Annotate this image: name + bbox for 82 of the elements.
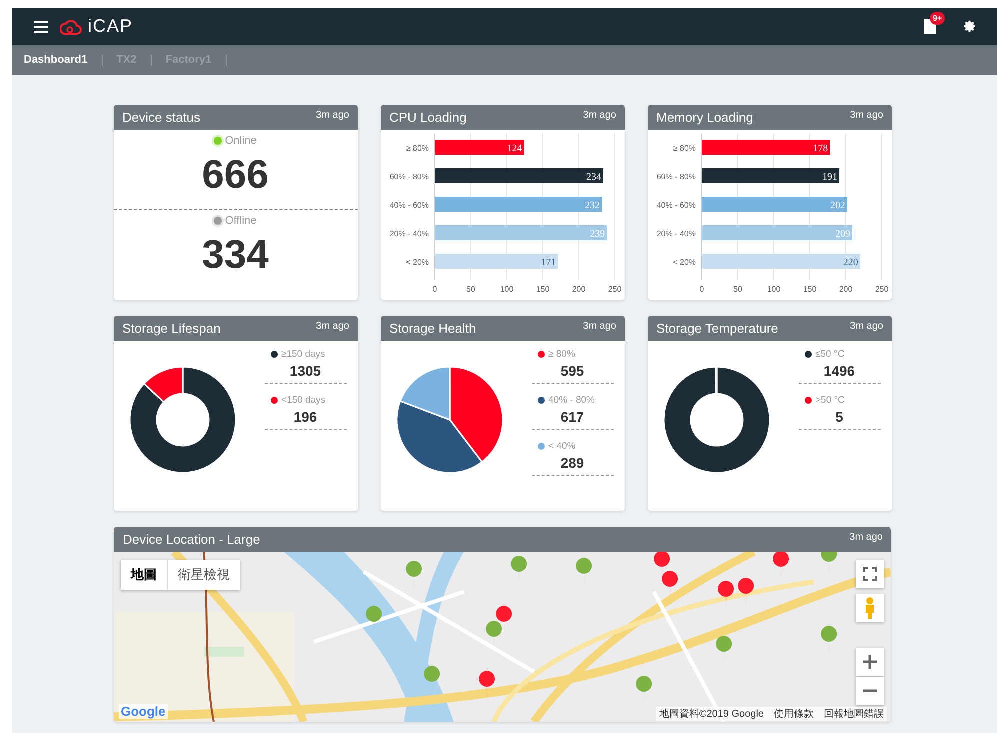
category-label: 40% - 60% — [389, 201, 428, 210]
legend-value: 289 — [560, 455, 586, 471]
card-title: Memory Loading — [656, 110, 754, 125]
axis-tick-label: 200 — [572, 285, 586, 294]
update-time: 3m ago — [583, 110, 616, 121]
category-label: 20% - 40% — [389, 230, 428, 238]
update-time: 3m ago — [850, 321, 884, 332]
status-label: Offline — [225, 215, 257, 227]
category-label: 20% - 40% — [656, 230, 696, 238]
legend-value: 5 — [834, 409, 844, 425]
map-link[interactable]: 使用條款 — [774, 707, 814, 721]
bar-value-label: 239 — [590, 229, 605, 240]
notification-badge: 9+ — [930, 12, 946, 25]
axis-tick-label: 250 — [874, 285, 888, 294]
legend-label: ≤50 °C — [816, 349, 845, 360]
plus-icon — [863, 655, 877, 669]
bar-value-label: 209 — [834, 229, 850, 240]
card-title: Storage Lifespan — [122, 321, 221, 336]
map-link[interactable]: 回報地圖錯誤 — [824, 707, 884, 721]
zoom-out-button[interactable] — [856, 677, 884, 705]
status-count: 334 — [202, 233, 269, 278]
card-title: Device Location - Large — [123, 532, 260, 547]
update-time: 3m ago — [850, 532, 883, 543]
cloud-logo-icon — [60, 18, 82, 34]
legend-label: ≥150 days — [282, 349, 326, 360]
category-label: < 20% — [672, 258, 696, 267]
legend-label: >50 °C — [816, 395, 845, 406]
update-time: 3m ago — [850, 110, 884, 121]
fullscreen-icon — [863, 567, 877, 581]
pegman-icon — [864, 597, 876, 619]
axis-tick-label: 100 — [766, 285, 780, 294]
legend-label: <150 days — [282, 395, 326, 406]
settings-icon[interactable] — [964, 20, 977, 33]
axis-tick-label: 0 — [432, 285, 437, 294]
axis-tick-label: 200 — [838, 285, 852, 294]
axis-tick-label: 50 — [733, 285, 742, 294]
axis-tick-label: 100 — [500, 285, 514, 294]
legend-label: ≥ 80% — [548, 349, 576, 360]
legend-value: 196 — [292, 409, 318, 425]
bar-value-label: 124 — [506, 144, 522, 154]
bar-value-label: 202 — [830, 200, 845, 212]
axis-tick-label: 150 — [802, 285, 816, 294]
zoom-in-button[interactable] — [856, 648, 884, 676]
bar-value-label: 191 — [822, 172, 838, 183]
dashboard-tab[interactable]: Dashboard1 — [24, 54, 103, 66]
map-type-tab[interactable]: 衛星檢視 — [168, 560, 240, 590]
category-label: 40% - 60% — [656, 201, 696, 210]
axis-tick-label: 250 — [608, 285, 622, 294]
status-label: Online — [225, 135, 257, 147]
update-time: 3m ago — [316, 110, 350, 121]
update-time: 3m ago — [316, 321, 350, 332]
category-label: ≥ 80% — [406, 144, 428, 153]
legend-value: 617 — [560, 409, 586, 425]
category-label: 60% - 80% — [656, 172, 696, 182]
menu-icon[interactable] — [34, 20, 48, 32]
card-title: Storage Temperature — [656, 321, 778, 336]
legend-value: 1496 — [822, 363, 856, 379]
bar-value-label: 171 — [540, 258, 556, 268]
category-label: 60% - 80% — [389, 172, 428, 182]
map-logo: Google — [119, 704, 168, 719]
legend-value: 1305 — [288, 363, 322, 379]
card-title: Storage Health — [390, 321, 476, 336]
legend-label: 40% - 80% — [548, 395, 595, 406]
bar-value-label: 232 — [584, 200, 600, 212]
axis-tick-label: 0 — [699, 285, 704, 294]
status-count: 666 — [202, 153, 269, 198]
card-title: Device status — [122, 110, 201, 125]
map-type-tab[interactable]: 地圖 — [121, 560, 168, 590]
map-attribution: 地圖資料©2019 Google — [659, 708, 764, 721]
fullscreen-button[interactable] — [856, 560, 884, 588]
axis-tick-label: 50 — [466, 285, 475, 294]
legend-label: < 40% — [548, 441, 576, 452]
update-time: 3m ago — [583, 321, 616, 332]
bar-value-label: 178 — [812, 144, 828, 154]
category-label: < 20% — [406, 258, 428, 267]
category-label: ≥ 80% — [672, 144, 696, 153]
legend-value: 595 — [560, 363, 586, 379]
bar-value-label: 220 — [842, 258, 858, 268]
axis-tick-label: 150 — [536, 285, 550, 294]
app-logo: iCAP — [88, 16, 134, 37]
card-title: CPU Loading — [390, 110, 467, 125]
bar-value-label: 234 — [586, 172, 601, 183]
